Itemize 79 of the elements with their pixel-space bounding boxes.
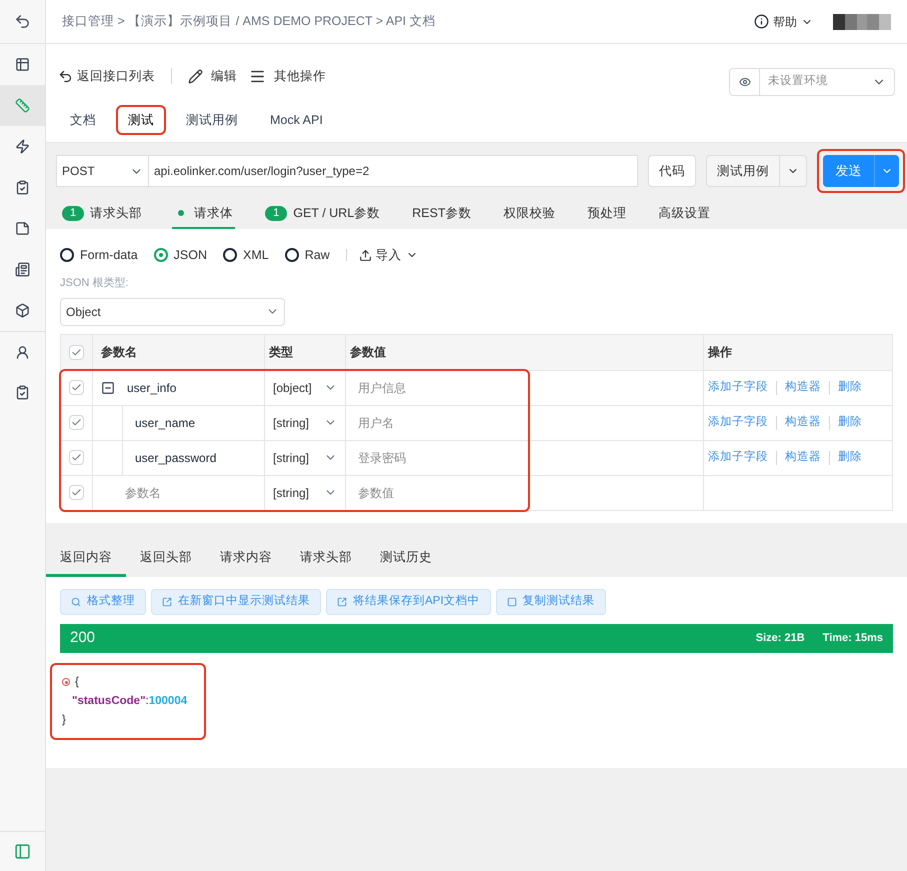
pixelated-avatar[interactable] [833,14,891,30]
response-tab[interactable]: 请求内容 [206,540,286,576]
check-icon [71,346,82,358]
radio-option[interactable]: Raw [284,246,330,264]
json-brace: { [75,674,79,690]
request-tab[interactable]: REST参数 [410,199,474,229]
cube-icon[interactable] [15,303,30,318]
breadcrumb: 接口管理 > 【演示】示例项目 / AMS DEMO PROJECT > API 文档 [62,13,436,30]
back-icon[interactable] [14,13,31,30]
doc-tab[interactable]: Mock API [258,105,335,135]
count-badge: 1 [62,206,84,220]
column-header: 参数值 [346,334,704,370]
checkbox[interactable] [69,485,84,500]
doc-tab[interactable]: 测试 [116,105,166,135]
ruler-icon[interactable] [15,98,30,113]
response-tab[interactable]: 测试历史 [366,540,446,576]
back-arrow-icon[interactable] [58,68,73,84]
radio-option[interactable]: Form-data [60,246,138,264]
radio-option[interactable]: XML [223,246,269,264]
param-name: user_info [127,380,176,396]
code-button[interactable]: 代码 [648,155,696,187]
square-icon [506,596,517,606]
eye-icon [738,76,750,88]
checkbox[interactable] [69,344,84,360]
request-tab[interactable]: 1 GET / URL参数 [263,199,382,229]
doc-tab[interactable]: 文档 [58,105,108,135]
import-menu[interactable]: 导入 [358,246,418,264]
environment-select[interactable]: 未设置环境 [729,68,895,96]
external-window-icon [162,596,172,606]
column-header: 参数名 [93,334,265,370]
request-tab[interactable]: 预处理 [586,199,628,229]
more-actions-link[interactable]: 其他操作 [274,66,326,86]
collapse-icon[interactable] [101,380,115,394]
root-type-label: JSON 根类型: [60,276,130,291]
param-name: user_password [134,450,216,466]
note-icon[interactable] [15,221,30,236]
param-name: user_name [134,414,196,432]
magnifier-icon [71,596,81,606]
user-icon[interactable] [15,344,30,360]
back-to-list-link[interactable]: 返回接口列表 [77,66,155,86]
document-icon[interactable] [15,262,30,277]
pencil-icon[interactable] [188,68,203,84]
check-icon [71,382,82,393]
checkbox[interactable] [69,415,84,430]
column-header: 操作 [706,344,733,361]
external-window-icon [337,596,347,606]
doc-tab[interactable]: 测试用例 [174,105,250,135]
type-select[interactable]: [string] [265,406,346,440]
request-tab[interactable]: 高级设置 [656,199,712,229]
check-icon [71,417,82,428]
response-time: Time: 15ms [822,630,883,646]
edit-link[interactable]: 编辑 [211,66,237,86]
json-brace: } [62,712,67,728]
sidebar-toggle-icon[interactable] [14,843,31,860]
type-select[interactable]: [object] [265,370,346,404]
request-tab[interactable]: 1 请求头部 [60,199,144,229]
check-icon [71,452,82,463]
type-select[interactable]: [string] [265,476,346,510]
check-icon [71,487,82,498]
column-header: 类型 [265,334,346,370]
import-icon [358,248,372,262]
clipboard-check-icon[interactable] [15,180,30,195]
json-line: "statusCode":100004 [71,694,188,708]
request-tab[interactable]: 权限校验 [502,199,558,229]
info-icon[interactable] [754,14,769,29]
radio-option[interactable]: JSON [154,246,207,264]
response-size: Size: 21B [756,630,805,646]
root-type-select[interactable]: Object [60,298,285,326]
response-tab[interactable]: 请求头部 [286,540,366,576]
lightning-icon[interactable] [15,139,30,154]
clipboard-check-icon[interactable] [15,385,30,400]
checkbox[interactable] [69,380,84,395]
type-select[interactable]: [string] [265,440,346,474]
count-badge: 1 [265,206,288,220]
table-icon[interactable] [15,57,30,72]
help-menu[interactable]: 帮助 [773,12,797,30]
status-code: 200 [70,628,96,648]
response-tab[interactable]: 返回头部 [126,540,206,576]
checkbox[interactable] [69,450,84,465]
